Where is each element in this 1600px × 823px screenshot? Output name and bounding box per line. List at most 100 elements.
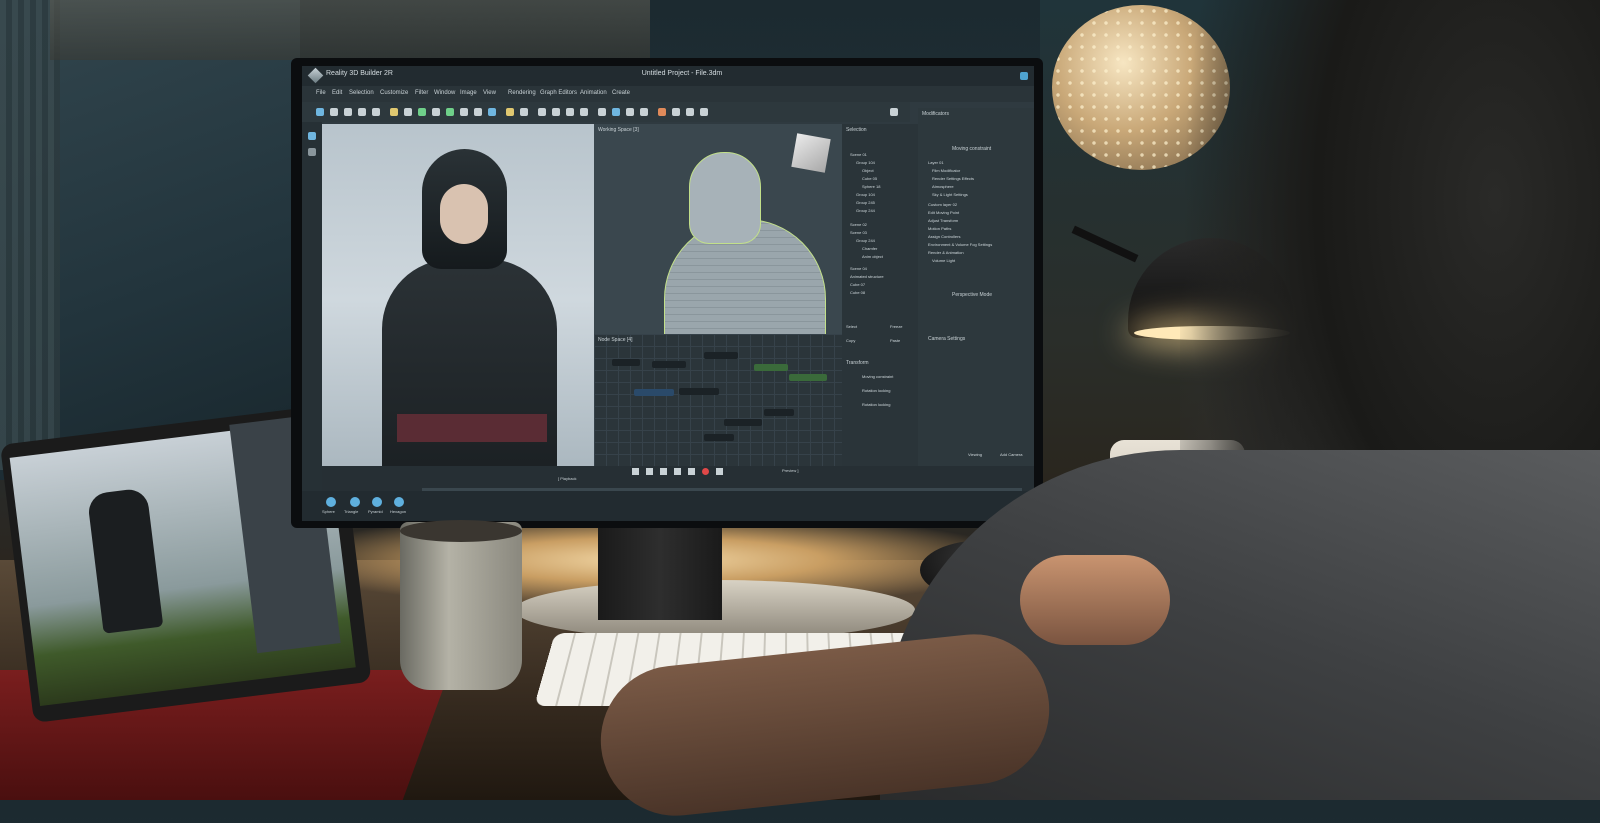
pause-icon[interactable] — [674, 468, 681, 475]
graph-node[interactable] — [724, 419, 762, 426]
render-viewport[interactable] — [322, 124, 594, 489]
menu-filter[interactable]: Filter — [415, 90, 428, 96]
tool-render-icon[interactable] — [626, 108, 634, 116]
transform-item[interactable]: Rotation locking — [862, 402, 890, 407]
outliner-item[interactable]: Animated structure — [850, 274, 884, 279]
modifiers-button[interactable]: Copy — [846, 338, 855, 343]
modifier-item[interactable]: Custom layer 02 — [928, 202, 957, 207]
outliner-item[interactable]: Cube 07 — [850, 282, 865, 287]
add-camera-button[interactable]: Add Camera — [1000, 452, 1022, 457]
outliner-item[interactable]: Cube 08 — [850, 290, 865, 295]
tool-image-icon[interactable] — [640, 108, 648, 116]
tool-print-icon[interactable] — [700, 108, 708, 116]
menu-view[interactable]: View — [483, 90, 496, 96]
menu-create[interactable]: Create — [612, 90, 630, 96]
menu-customize[interactable]: Customize — [380, 90, 408, 96]
graph-node[interactable] — [652, 361, 686, 368]
tool-export-icon[interactable] — [672, 108, 680, 116]
modifier-item[interactable]: Sky & Light Settings — [932, 192, 968, 197]
play-backward-icon[interactable] — [632, 468, 639, 475]
graph-node[interactable] — [789, 374, 827, 381]
triangle-icon[interactable] — [350, 497, 360, 507]
tool-copy-icon[interactable] — [358, 108, 366, 116]
outliner-item[interactable]: Sphere 18 — [862, 184, 880, 189]
outliner-item[interactable]: Group 104 — [856, 192, 875, 197]
tool-ungroup-icon[interactable] — [580, 108, 588, 116]
menu-file[interactable]: File — [316, 90, 326, 96]
outliner-item[interactable]: Scene 04 — [850, 266, 867, 271]
modifier-item[interactable]: Layer 01 — [928, 160, 944, 165]
view-cube-icon[interactable] — [791, 133, 831, 173]
graph-node[interactable] — [612, 359, 640, 366]
tool-filter-icon[interactable] — [418, 108, 426, 116]
graph-node[interactable] — [704, 434, 734, 441]
outliner-item[interactable]: Group 245 — [856, 200, 875, 205]
viewing-button[interactable]: Viewing — [968, 452, 982, 457]
hexagon-icon[interactable] — [394, 497, 404, 507]
modifier-item[interactable]: Adjust Transform — [928, 218, 958, 223]
tool-more-icon[interactable] — [890, 108, 898, 116]
rail-layers-icon[interactable] — [308, 148, 316, 156]
tool-layer-icon[interactable] — [538, 108, 546, 116]
tool-link-icon[interactable] — [330, 108, 338, 116]
menu-rendering[interactable]: Rendering — [508, 90, 536, 96]
stop-icon[interactable] — [716, 468, 723, 475]
modifiers-button[interactable]: Freeze — [890, 324, 902, 329]
outliner-item[interactable]: Chamfer — [862, 246, 877, 251]
graph-node[interactable] — [704, 352, 738, 359]
modifier-item[interactable]: Volume Light — [932, 258, 955, 263]
tool-save-icon[interactable] — [344, 108, 352, 116]
modifiers-button[interactable]: Select — [846, 324, 857, 329]
step-back-icon[interactable] — [646, 468, 653, 475]
graph-node[interactable] — [634, 389, 674, 396]
step-forward-icon[interactable] — [688, 468, 695, 475]
modifier-item[interactable]: Render Settings Effects — [932, 176, 974, 181]
tool-settings-icon[interactable] — [658, 108, 666, 116]
menu-edit[interactable]: Edit — [332, 90, 342, 96]
modifier-item[interactable]: Film Modificator — [932, 168, 960, 173]
modifier-item[interactable]: Environment & Volume Fog Settings — [928, 242, 992, 247]
menu-window[interactable]: Window — [434, 90, 455, 96]
outliner-item[interactable]: Cube 05 — [862, 176, 877, 181]
graph-node[interactable] — [754, 364, 788, 371]
graph-node[interactable] — [764, 409, 794, 416]
modifier-item[interactable]: Atmosphere — [932, 184, 954, 189]
outliner-item[interactable]: Scene 02 — [850, 222, 867, 227]
play-icon[interactable] — [660, 468, 667, 475]
modifier-item[interactable]: Edit Moving Point — [928, 210, 959, 215]
menu-selection[interactable]: Selection — [349, 90, 374, 96]
outliner-item[interactable]: Scene 01 — [850, 152, 867, 157]
tool-light-icon[interactable] — [390, 108, 398, 116]
outliner-item[interactable]: Object — [862, 168, 874, 173]
tool-move-icon[interactable] — [446, 108, 454, 116]
tool-material-icon[interactable] — [612, 108, 620, 116]
transform-item[interactable]: Moving constraint — [862, 374, 893, 379]
tool-bookmark-icon[interactable] — [506, 108, 514, 116]
rail-select-icon[interactable] — [308, 132, 316, 140]
transform-item[interactable]: Rotation locking — [862, 388, 890, 393]
record-icon[interactable] — [702, 468, 709, 475]
tool-group-icon[interactable] — [566, 108, 574, 116]
pyramid-icon[interactable] — [372, 497, 382, 507]
node-space-viewport[interactable]: Node Space [4] — [594, 334, 842, 476]
outliner-item[interactable]: Group 244 — [856, 208, 875, 213]
tool-scale-icon[interactable] — [460, 108, 468, 116]
modifier-item[interactable]: Render & Animation — [928, 250, 964, 255]
tool-mirror-icon[interactable] — [520, 108, 528, 116]
menu-image[interactable]: Image — [460, 90, 477, 96]
outliner-item[interactable]: Group 104 — [856, 160, 875, 165]
outliner-item[interactable]: Anim object — [862, 254, 883, 259]
modifier-item[interactable]: Motion Paths — [928, 226, 951, 231]
tool-node-icon[interactable] — [598, 108, 606, 116]
menu-animation[interactable]: Animation — [580, 90, 607, 96]
window-button-icon[interactable] — [1020, 72, 1028, 80]
modifier-item[interactable]: Assign Controllers — [928, 234, 960, 239]
tool-select-icon[interactable] — [316, 108, 324, 116]
tool-folder-icon[interactable] — [552, 108, 560, 116]
menu-graph-editors[interactable]: Graph Editors — [540, 90, 577, 96]
tool-shape-icon[interactable] — [432, 108, 440, 116]
tool-camera-icon[interactable] — [372, 108, 380, 116]
working-space-viewport[interactable]: Working Space [3] — [594, 124, 842, 336]
tool-grid-icon[interactable] — [474, 108, 482, 116]
sphere-icon[interactable] — [326, 497, 336, 507]
